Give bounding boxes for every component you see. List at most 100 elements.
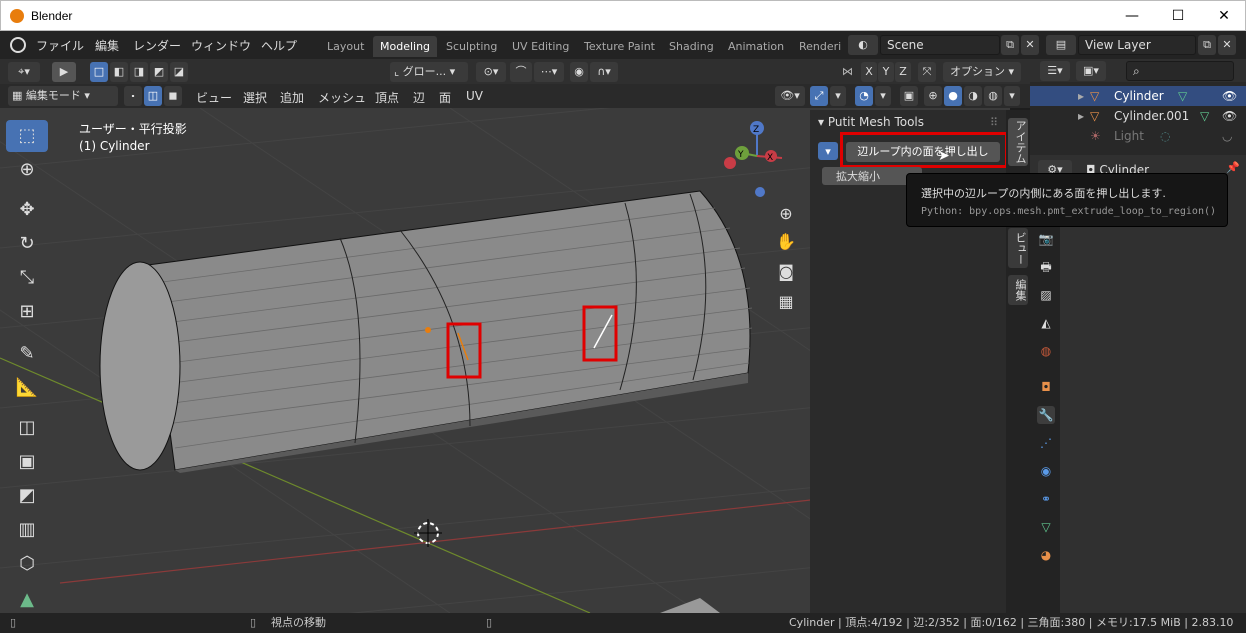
menu-view[interactable]: ビュー [196, 89, 232, 106]
view-layer-field[interactable]: View Layer [1078, 35, 1196, 55]
show-overlays-icon[interactable]: ◔ [855, 86, 873, 106]
data-properties-icon[interactable]: ▽ [1037, 518, 1055, 536]
cursor-tool-icon[interactable]: ⊕ [6, 154, 48, 186]
ortho-toggle-icon[interactable]: ▦ [774, 292, 798, 316]
knife-tool-icon[interactable]: ⬡ [6, 548, 48, 580]
close-button[interactable]: ✕ [1201, 1, 1246, 31]
menu-add[interactable]: 追加 [280, 89, 304, 106]
select-mode-extend-icon[interactable]: ◧ [110, 62, 128, 82]
modifier-properties-icon[interactable]: 🔧 [1037, 406, 1055, 424]
maximize-button[interactable]: ☐ [1155, 1, 1201, 31]
select-box-tool-icon[interactable]: ⬚ [6, 120, 48, 152]
move-tool-icon[interactable]: ✥ [6, 194, 48, 226]
physics-properties-icon[interactable]: ◉ [1037, 462, 1055, 480]
scene-properties-icon[interactable]: ◭ [1037, 314, 1055, 332]
zoom-icon[interactable]: ⊕ [774, 204, 798, 228]
pin-icon[interactable]: 📌 [1226, 161, 1240, 174]
extrude-tool-icon[interactable]: ◫ [6, 412, 48, 444]
outliner-editor-type-icon[interactable]: ☰▾ [1040, 61, 1070, 81]
visibility-selectability-icon[interactable]: 👁▾ [775, 86, 805, 106]
view-layer-icon[interactable]: ▤ [1046, 35, 1076, 55]
visibility-hidden-icon[interactable]: ◡ [1222, 126, 1232, 146]
constraint-properties-icon[interactable]: ⚭ [1037, 490, 1055, 508]
tab-item[interactable]: アイテム [1008, 118, 1028, 166]
menu-select[interactable]: 選択 [243, 89, 267, 106]
wireframe-shading-icon[interactable]: ⊕ [924, 86, 942, 106]
pan-hand-icon[interactable]: ✋ [774, 232, 798, 256]
object-properties-icon[interactable]: ◘ [1037, 378, 1055, 396]
select-tool-icon[interactable]: ▶ [52, 62, 76, 82]
menu-edge[interactable]: 辺 [413, 89, 425, 106]
menu-edit[interactable]: 編集 [95, 37, 119, 54]
tab-view[interactable]: ビュー [1008, 228, 1028, 268]
loop-cut-tool-icon[interactable]: ▥ [6, 514, 48, 546]
menu-vertex[interactable]: 頂点 [375, 89, 399, 106]
select-mode-subtract-icon[interactable]: ◨ [130, 62, 148, 82]
particle-properties-icon[interactable]: ⋰ [1037, 434, 1055, 452]
menu-window[interactable]: ウィンドウ [191, 37, 251, 54]
transform-tool-icon[interactable]: ⊞ [6, 296, 48, 328]
snap-target-icon[interactable]: ⋯▾ [534, 62, 564, 82]
world-properties-icon[interactable]: ◍ [1037, 342, 1055, 360]
vertex-select-icon[interactable]: ⬝ [124, 86, 142, 106]
poly-build-tool-icon[interactable]: ▲ [6, 584, 48, 616]
delete-scene-icon[interactable]: ✕ [1021, 35, 1039, 55]
face-select-icon[interactable]: ◼ [164, 86, 182, 106]
annotate-tool-icon[interactable]: ✎ [6, 338, 48, 370]
output-properties-icon[interactable]: 🖶 [1037, 258, 1055, 276]
delete-view-layer-icon[interactable]: ✕ [1218, 35, 1236, 55]
mirror-z-toggle[interactable]: Z [895, 62, 911, 82]
select-mode-new-icon[interactable]: □ [90, 62, 108, 82]
outliner-row-cylinder-001[interactable]: ▸ ▽ Cylinder.001 ▽ 👁 [1030, 106, 1246, 126]
show-gizmo-icon[interactable]: ⤢ [810, 86, 828, 106]
menu-render[interactable]: レンダー [133, 37, 181, 54]
edge-select-icon[interactable]: ◫ [144, 86, 162, 106]
outliner-search-field[interactable]: ⌕ [1126, 61, 1234, 81]
mode-dropdown[interactable]: ▦ 編集モード ▾ [8, 86, 118, 106]
rotate-tool-icon[interactable]: ↻ [6, 228, 48, 260]
gizmo-dropdown-icon[interactable]: ▾ [830, 86, 846, 106]
view-layer-properties-icon[interactable]: ▨ [1037, 286, 1055, 304]
new-view-layer-icon[interactable]: ⧉ [1198, 35, 1216, 55]
tab-layout[interactable]: Layout [320, 36, 371, 57]
xray-toggle-icon[interactable]: ▣ [900, 86, 918, 106]
select-mode-invert-icon[interactable]: ◩ [150, 62, 168, 82]
blender-menu-icon[interactable] [10, 37, 26, 53]
solid-shading-icon[interactable]: ● [944, 86, 962, 106]
camera-view-icon[interactable]: ◙ [774, 262, 798, 286]
transform-orientation-dropdown[interactable]: ⌞ グロー... ▾ [390, 62, 468, 82]
scene-selector-icon[interactable]: ◐ [848, 35, 878, 55]
rendered-shading-icon[interactable]: ◍ [984, 86, 1002, 106]
snap-toggle-icon[interactable]: ⌒ [510, 62, 532, 82]
pivot-point-icon[interactable]: ⊙▾ [476, 62, 506, 82]
panel-drag-handle-icon[interactable]: ⠿ [990, 116, 998, 129]
options-dropdown[interactable]: オプション ▾ [943, 62, 1021, 82]
menu-uv[interactable]: UV [466, 89, 483, 103]
menu-help[interactable]: ヘルプ [261, 37, 297, 54]
render-properties-icon[interactable]: 📷 [1037, 230, 1055, 248]
tab-edit[interactable]: 編集 [1008, 275, 1028, 305]
material-shading-icon[interactable]: ◑ [964, 86, 982, 106]
transform-pivot-icon[interactable]: ⌖▾ [8, 62, 40, 82]
outliner-row-cylinder[interactable]: ▸ ▽ Cylinder ▽ 👁 [1030, 86, 1246, 106]
scene-name-field[interactable]: Scene [880, 35, 1000, 55]
auto-merge-icon[interactable]: ⤧ [918, 62, 936, 82]
extrude-options-toggle-icon[interactable]: ▾ [818, 142, 838, 160]
new-scene-icon[interactable]: ⧉ [1001, 35, 1019, 55]
tab-modeling[interactable]: Modeling [373, 36, 438, 57]
tab-rendering[interactable]: Renderi [792, 36, 842, 57]
outliner-row-light[interactable]: ☀ Light ◌ ◡ [1030, 126, 1246, 146]
tab-uv-editing[interactable]: UV Editing [505, 36, 576, 57]
material-properties-icon[interactable]: ◕ [1037, 546, 1055, 564]
shading-dropdown-icon[interactable]: ▾ [1004, 86, 1020, 106]
tab-sculpting[interactable]: Sculpting [439, 36, 504, 57]
tab-texture-paint[interactable]: Texture Paint [577, 36, 662, 57]
visibility-eye-icon[interactable]: 👁 [1222, 106, 1237, 126]
menu-mesh[interactable]: メッシュ [318, 89, 366, 106]
measure-tool-icon[interactable]: 📐 [6, 372, 48, 404]
scale-tool-icon[interactable]: ⤡ [6, 262, 48, 294]
tab-shading[interactable]: Shading [662, 36, 721, 57]
visibility-eye-icon[interactable]: 👁 [1222, 86, 1237, 106]
navigation-gizmo[interactable]: Z Y X [724, 121, 783, 197]
overlays-dropdown-icon[interactable]: ▾ [875, 86, 891, 106]
